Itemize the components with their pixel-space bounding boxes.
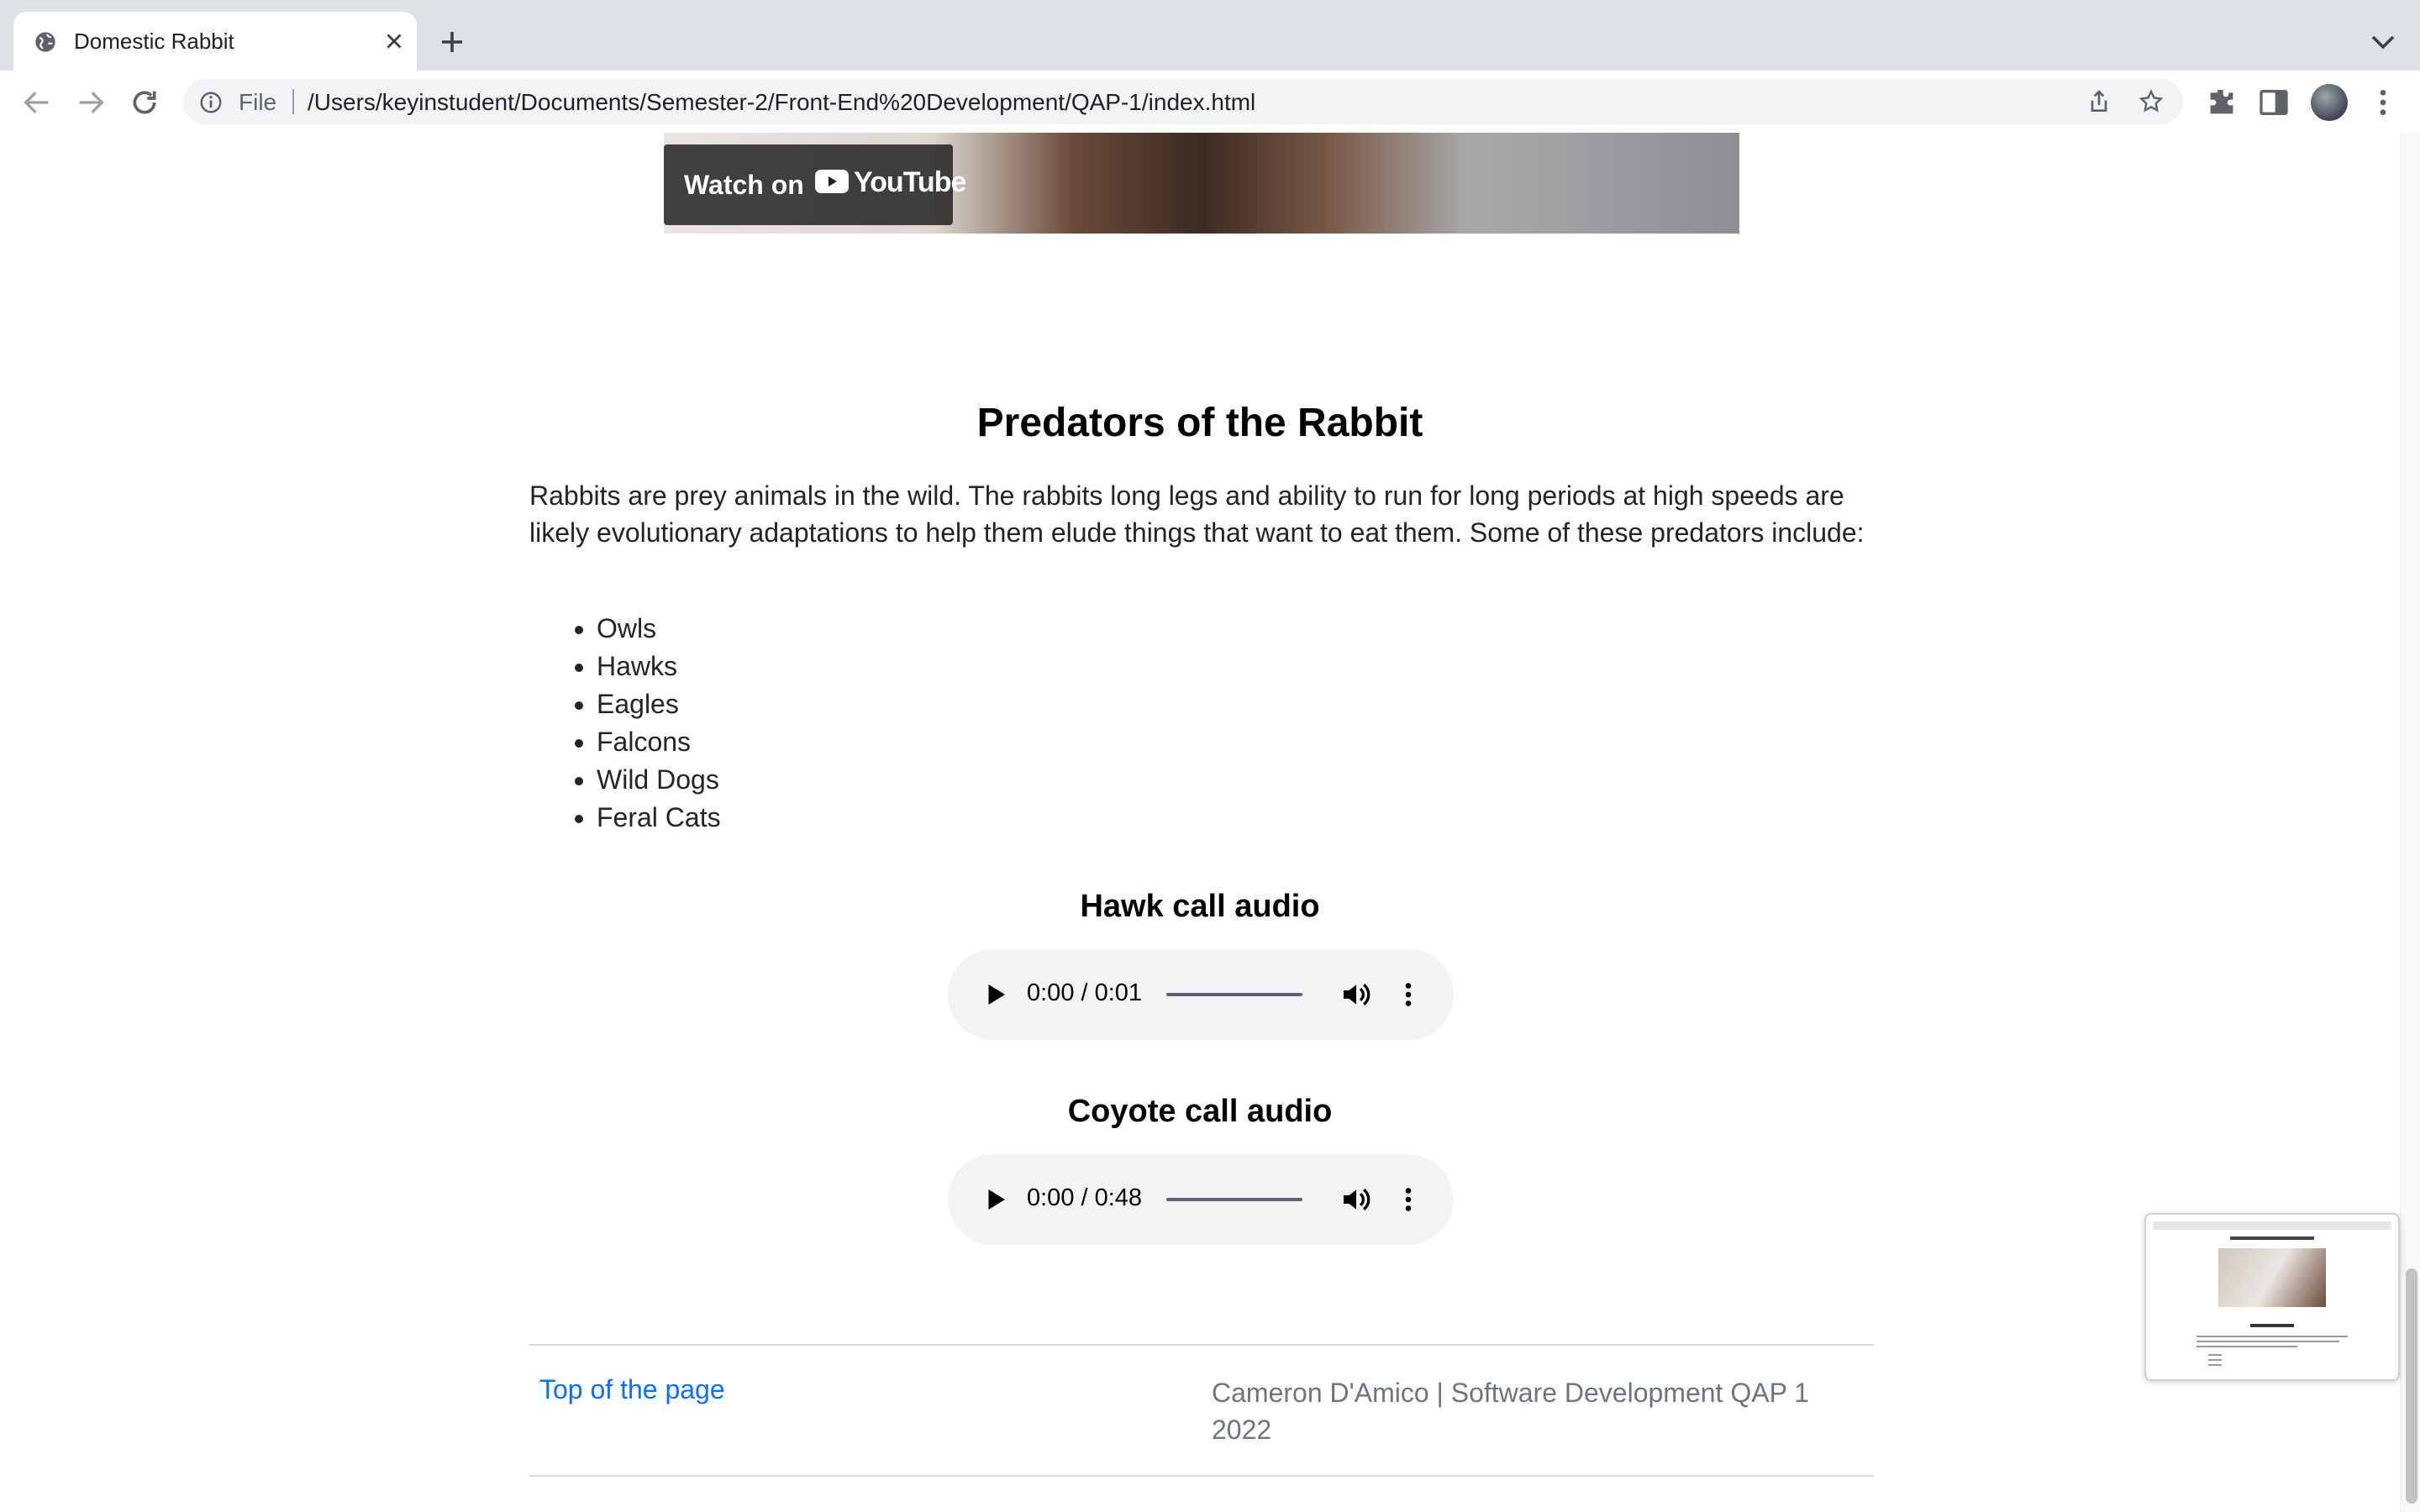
more-vertical-icon[interactable]	[2366, 86, 2400, 119]
scrollbar-thumb[interactable]	[2406, 1268, 2417, 1504]
side-panel-icon[interactable]	[2257, 86, 2291, 119]
preview-title	[2230, 1236, 2314, 1240]
preview-text-line	[2196, 1346, 2297, 1347]
file-scheme-label: File	[239, 89, 277, 115]
footer-credit: Cameron D'Amico | Software Development Q…	[1212, 1378, 1810, 1445]
coyote-audio-player[interactable]: 0:00 / 0:48	[948, 1154, 1454, 1245]
volume-icon[interactable]	[1339, 978, 1373, 1011]
new-tab-icon[interactable]	[437, 27, 467, 57]
preview-text-line	[2208, 1364, 2222, 1366]
more-vertical-icon[interactable]	[1393, 979, 1423, 1010]
hawk-audio-player[interactable]: 0:00 / 0:01	[948, 949, 1454, 1040]
intro-paragraph: Rabbits are prey animals in the wild. Th…	[529, 480, 1865, 548]
list-item: Eagles	[597, 685, 1101, 723]
forward-arrow-icon[interactable]	[74, 86, 108, 119]
back-arrow-icon[interactable]	[20, 86, 54, 119]
youtube-play-icon	[815, 170, 849, 193]
browser-tab[interactable]: Domestic Rabbit	[13, 12, 417, 71]
youtube-wordmark: YouTube	[854, 166, 966, 198]
info-icon[interactable]	[198, 90, 224, 115]
tab-strip: Domestic Rabbit	[0, 0, 2420, 71]
more-vertical-icon[interactable]	[1393, 1184, 1423, 1215]
browser-toolbar: File /Users/keyinstudent/Documents/Semes…	[0, 71, 2420, 134]
extensions-icon[interactable]	[2205, 86, 2238, 119]
share-icon[interactable]	[2086, 88, 2112, 115]
hawk-audio-heading: Hawk call audio	[1080, 889, 1320, 924]
play-icon[interactable]	[980, 979, 1010, 1010]
list-item: Hawks	[597, 648, 1101, 685]
section-title: Predators of the Rabbit	[976, 401, 1423, 445]
page-viewport: Watch on YouTube Predators of the Rabbit…	[0, 133, 2400, 1512]
preview-video	[2218, 1248, 2326, 1307]
watch-on-youtube-button[interactable]: Watch on YouTube	[664, 144, 966, 225]
reload-icon[interactable]	[128, 86, 161, 119]
close-icon[interactable]	[381, 29, 407, 54]
address-bar[interactable]: File /Users/keyinstudent/Documents/Semes…	[183, 79, 2183, 124]
watch-on-label: Watch on	[684, 170, 804, 200]
footer-divider	[529, 1475, 1874, 1477]
star-icon[interactable]	[2138, 88, 2165, 115]
list-item: Falcons	[597, 723, 1101, 761]
audio-time: 0:00 / 0:01	[1027, 979, 1143, 1006]
globe-icon	[35, 32, 55, 52]
list-item: Owls	[597, 610, 1101, 648]
address-separator	[292, 89, 294, 114]
coyote-audio-heading: Coyote call audio	[1067, 1094, 1333, 1129]
list-item: Wild Dogs	[597, 761, 1101, 799]
tab-title: Domestic Rabbit	[74, 29, 234, 54]
top-of-page-link[interactable]: Top of the page	[539, 1374, 725, 1405]
preview-text-line	[2208, 1354, 2222, 1356]
screenshot-preview-thumbnail[interactable]	[2144, 1213, 2400, 1381]
profile-avatar[interactable]	[2311, 84, 2348, 121]
page-scrollbar[interactable]	[2400, 133, 2420, 1512]
url-text[interactable]: /Users/keyinstudent/Documents/Semester-2…	[308, 89, 1255, 116]
audio-seek-slider[interactable]	[1166, 1198, 1302, 1201]
predator-list: Owls Hawks Eagles Falcons Wild Dogs Fera…	[529, 610, 1101, 837]
preview-browser-bar	[2153, 1221, 2391, 1230]
youtube-embed[interactable]: Watch on YouTube	[664, 133, 1739, 234]
footer-divider	[529, 1344, 1874, 1346]
preview-text-line	[2196, 1336, 2348, 1337]
play-icon[interactable]	[980, 1184, 1010, 1215]
list-item: Feral Cats	[597, 799, 1101, 837]
chevron-down-icon[interactable]	[2368, 30, 2398, 54]
preview-text-line	[2208, 1359, 2222, 1361]
preview-text-line	[2196, 1341, 2339, 1342]
audio-time: 0:00 / 0:48	[1027, 1184, 1143, 1211]
volume-icon[interactable]	[1339, 1183, 1373, 1216]
audio-seek-slider[interactable]	[1166, 993, 1302, 996]
preview-heading	[2250, 1324, 2294, 1327]
